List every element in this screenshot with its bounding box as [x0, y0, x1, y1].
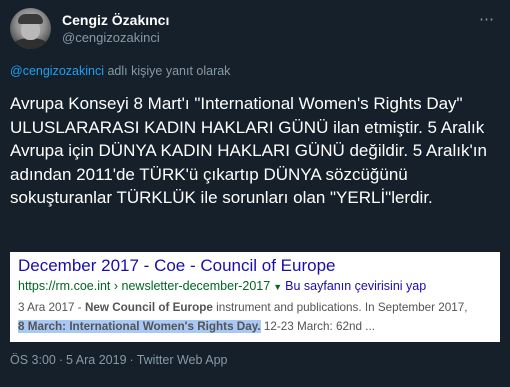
meta-separator: ·	[58, 353, 64, 367]
snippet-text-1: instrument and publications. In Septembe…	[212, 301, 468, 314]
more-options-icon[interactable]: ⋯	[476, 10, 498, 30]
url-domain: https://rm.coe.int	[18, 279, 111, 293]
reply-to-handle-link[interactable]: @cengizozakinci	[10, 64, 104, 78]
search-result-title: December 2017 - Coe - Council of Europe	[18, 256, 336, 275]
snippet-line-2: 8 March: International Women's Rights Da…	[18, 317, 498, 336]
tweet-meta: ÖS 3:00 · 5 Ara 2019 · Twitter Web App	[10, 353, 227, 367]
avatar[interactable]	[10, 8, 51, 49]
snippet-bold-1: New Council of Europe	[84, 301, 213, 314]
translate-page-link: Bu sayfanın çevirisini yap	[285, 279, 427, 293]
snippet-date: 3 Ara 2017	[18, 301, 75, 314]
author-display-name[interactable]: Cengiz Özakıncı	[62, 12, 169, 28]
snippet-text-2: 12-23 March: 62nd ...	[260, 320, 375, 333]
embedded-search-result-image[interactable]: December 2017 - Coe - Council of Europe …	[10, 252, 500, 342]
avatar-hair	[18, 14, 43, 24]
reply-context-suffix: adlı kişiye yanıt olarak	[103, 64, 231, 78]
tweet-source: Twitter Web App	[136, 353, 228, 367]
snippet-highlight-prefix: 8 March:	[18, 320, 70, 333]
author-handle[interactable]: @cengizozakinci	[62, 30, 160, 45]
tweet-time[interactable]: ÖS 3:00	[10, 353, 56, 367]
url-path: newsletter-december-2017	[121, 279, 271, 293]
search-result-snippet: 3 Ara 2017 - New Council of Europe instr…	[18, 298, 498, 336]
snippet-line-1: 3 Ara 2017 - New Council of Europe instr…	[18, 298, 498, 317]
meta-separator-2: ·	[129, 353, 134, 367]
snippet-dash: -	[74, 301, 85, 314]
tweet-text: Avrupa Konseyi 8 Mart'ı "International W…	[10, 94, 487, 207]
url-separator: ›	[110, 279, 122, 293]
snippet-highlight: 8 March: International Women's Rights Da…	[18, 320, 261, 333]
tweet-date[interactable]: 5 Ara 2019	[66, 353, 126, 367]
reply-context: @cengizozakinci adlı kişiye yanıt olarak	[10, 64, 230, 78]
dropdown-arrow-icon: ▼	[273, 282, 283, 292]
search-result-url: https://rm.coe.int › newsletter-december…	[18, 279, 426, 293]
snippet-highlight-bold: International Women's Rights Day.	[69, 320, 261, 333]
